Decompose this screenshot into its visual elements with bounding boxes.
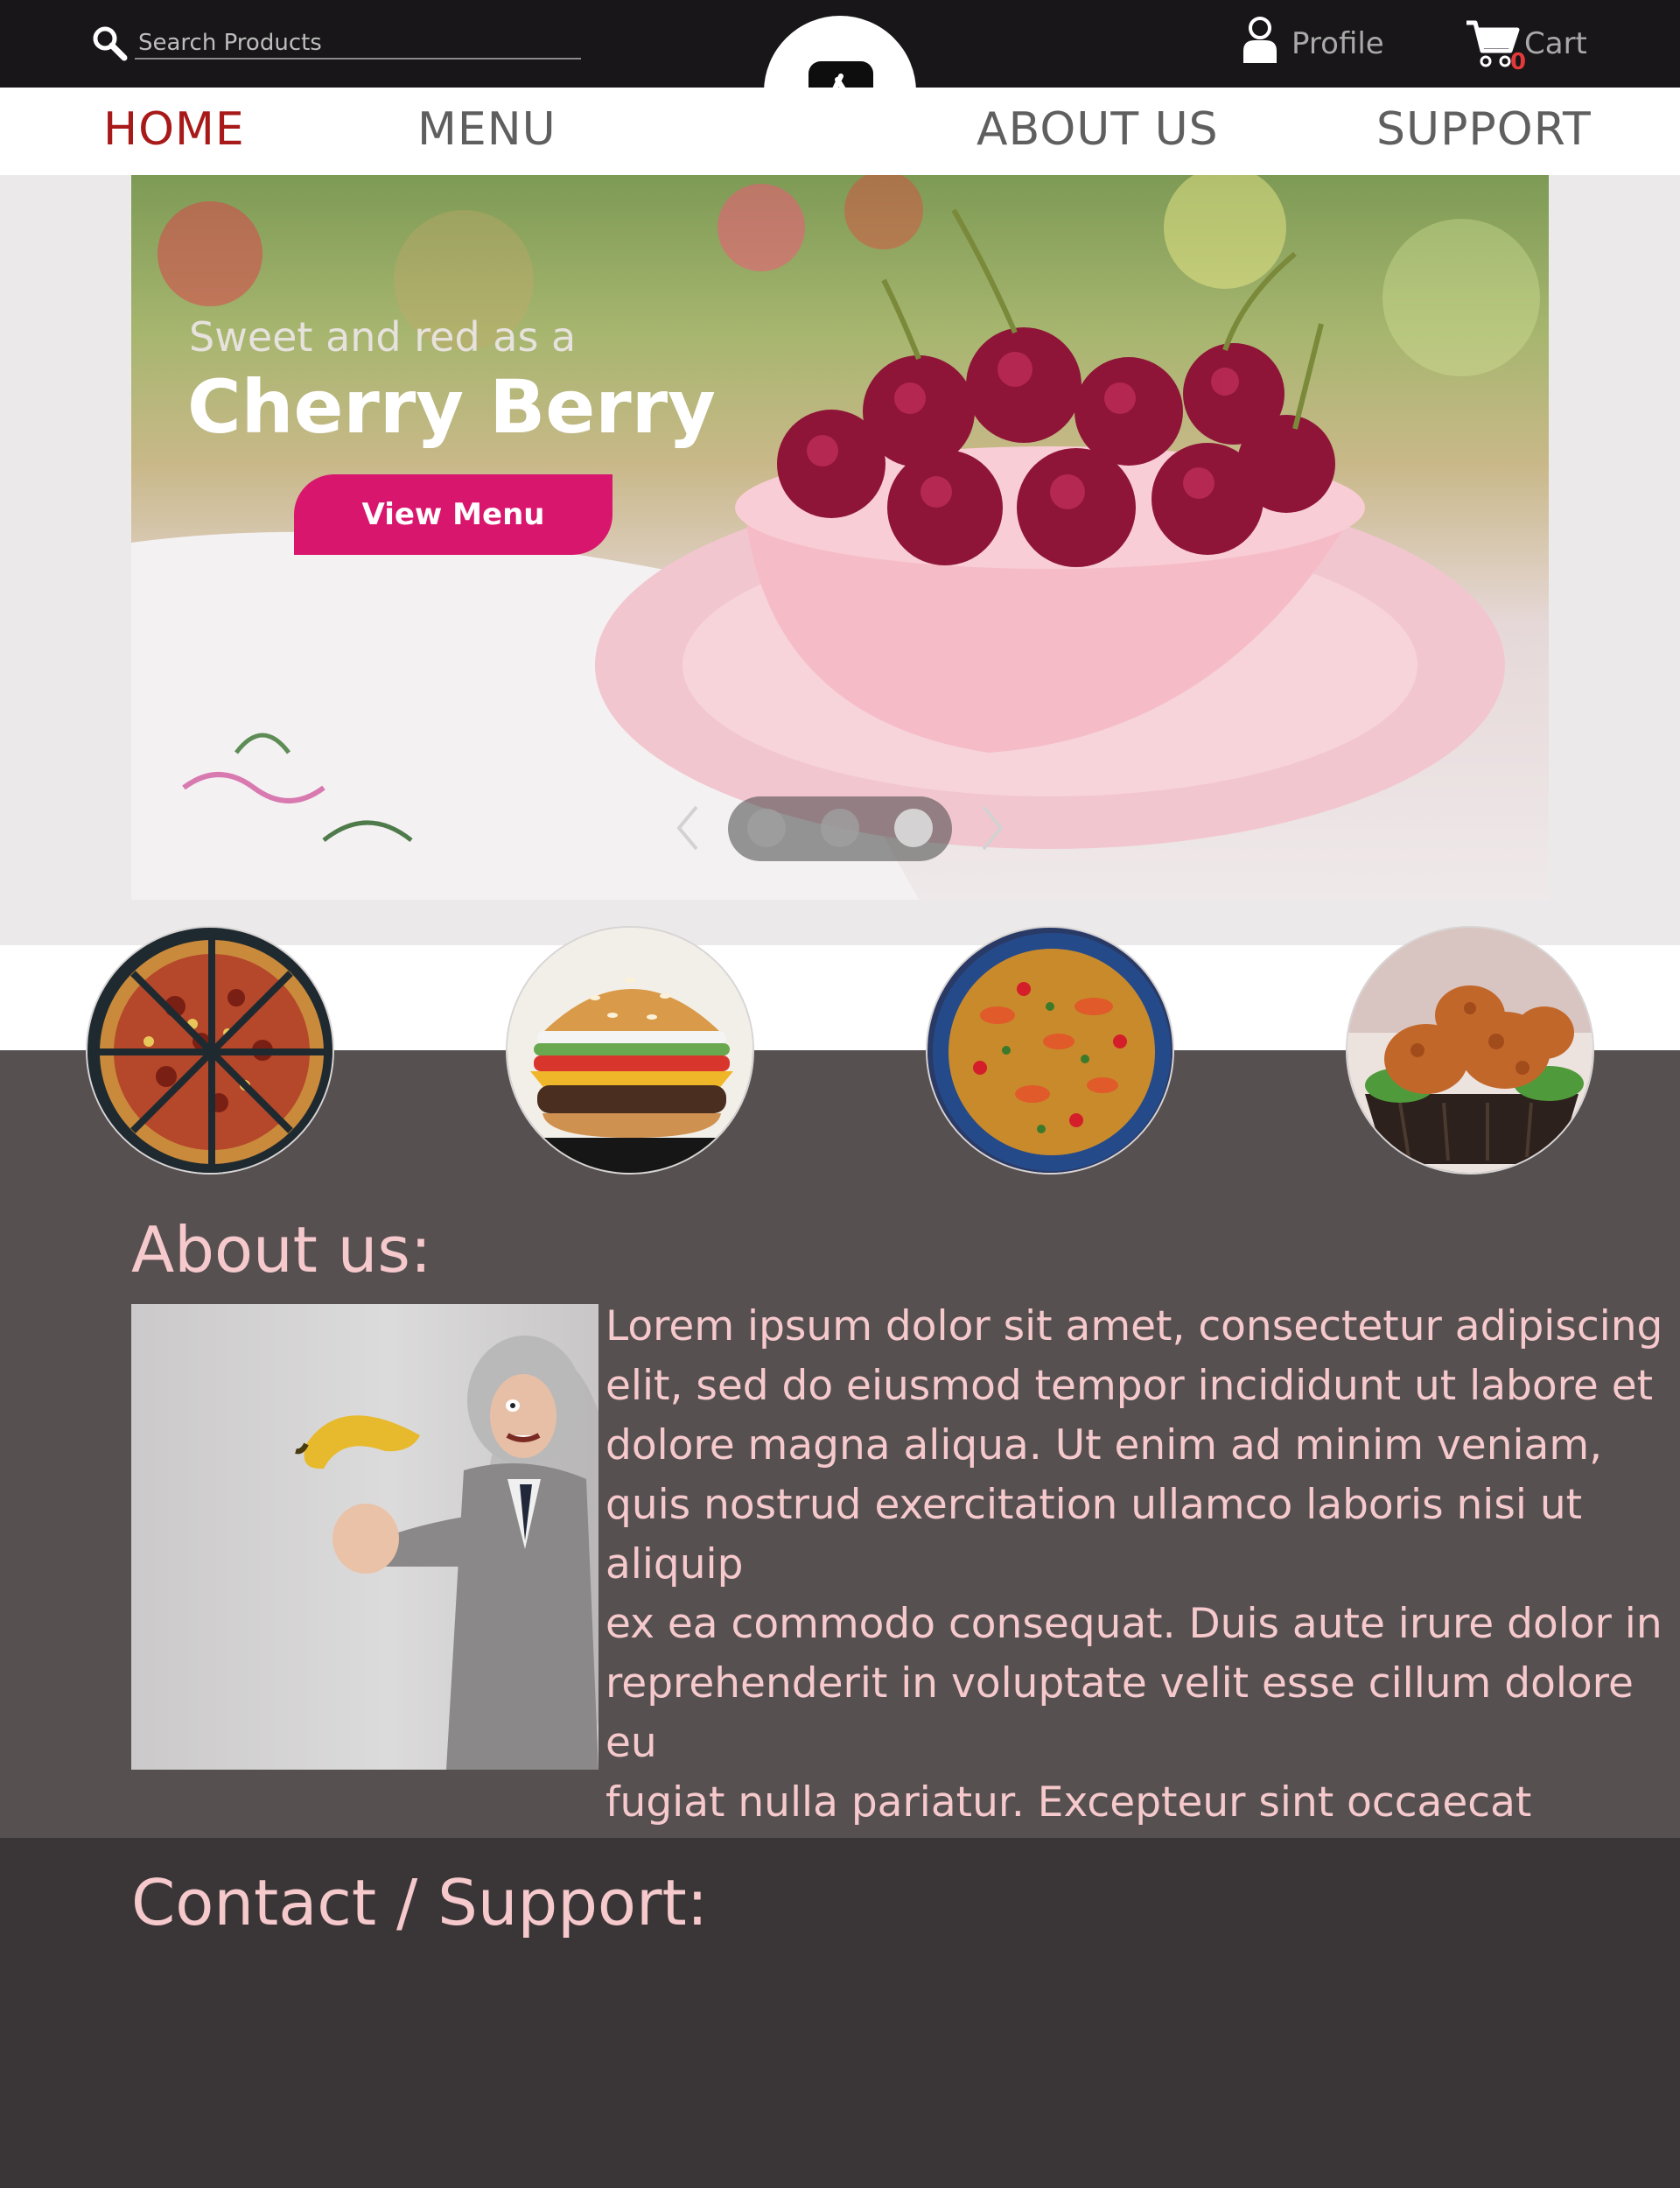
chevron-left-icon <box>676 805 698 851</box>
search-bar <box>91 25 581 63</box>
about-photo <box>131 1304 598 1770</box>
search-icon[interactable] <box>91 25 130 63</box>
food-pizza-image[interactable] <box>86 926 334 1175</box>
nav-home[interactable]: HOME <box>103 103 245 159</box>
nav-menu[interactable]: MENU <box>417 103 556 159</box>
profile-link[interactable]: Profile <box>1241 16 1384 68</box>
chevron-right-icon <box>982 805 1004 851</box>
food-fried-chicken-image[interactable] <box>1346 926 1594 1175</box>
about-heading: About us: <box>131 1213 432 1287</box>
search-input[interactable] <box>135 28 581 60</box>
carousel-prev-button[interactable] <box>674 803 702 852</box>
cart-count-badge: 0 <box>1510 49 1527 75</box>
food-paella-image[interactable] <box>926 926 1174 1175</box>
carousel-next-button[interactable] <box>978 803 1006 852</box>
nav-support[interactable]: SUPPORT <box>1376 103 1592 159</box>
view-menu-button[interactable]: View Menu <box>294 474 612 555</box>
cart-link[interactable]: Cart 0 <box>1465 18 1596 75</box>
hero-title: Cherry Berry <box>187 364 716 450</box>
carousel-dot-3[interactable] <box>894 809 933 847</box>
cart-label: Cart <box>1524 26 1587 61</box>
hero-subtitle: Sweet and red as a <box>189 313 577 361</box>
nav-about-us[interactable]: ABOUT US <box>976 103 1219 159</box>
carousel-dot-1[interactable] <box>747 809 786 847</box>
profile-label: Profile <box>1292 26 1384 61</box>
carousel-dot-2[interactable] <box>821 809 859 847</box>
user-icon <box>1241 16 1279 73</box>
food-burger-image[interactable] <box>506 926 754 1175</box>
contact-heading: Contact / Support: <box>131 1866 709 1939</box>
